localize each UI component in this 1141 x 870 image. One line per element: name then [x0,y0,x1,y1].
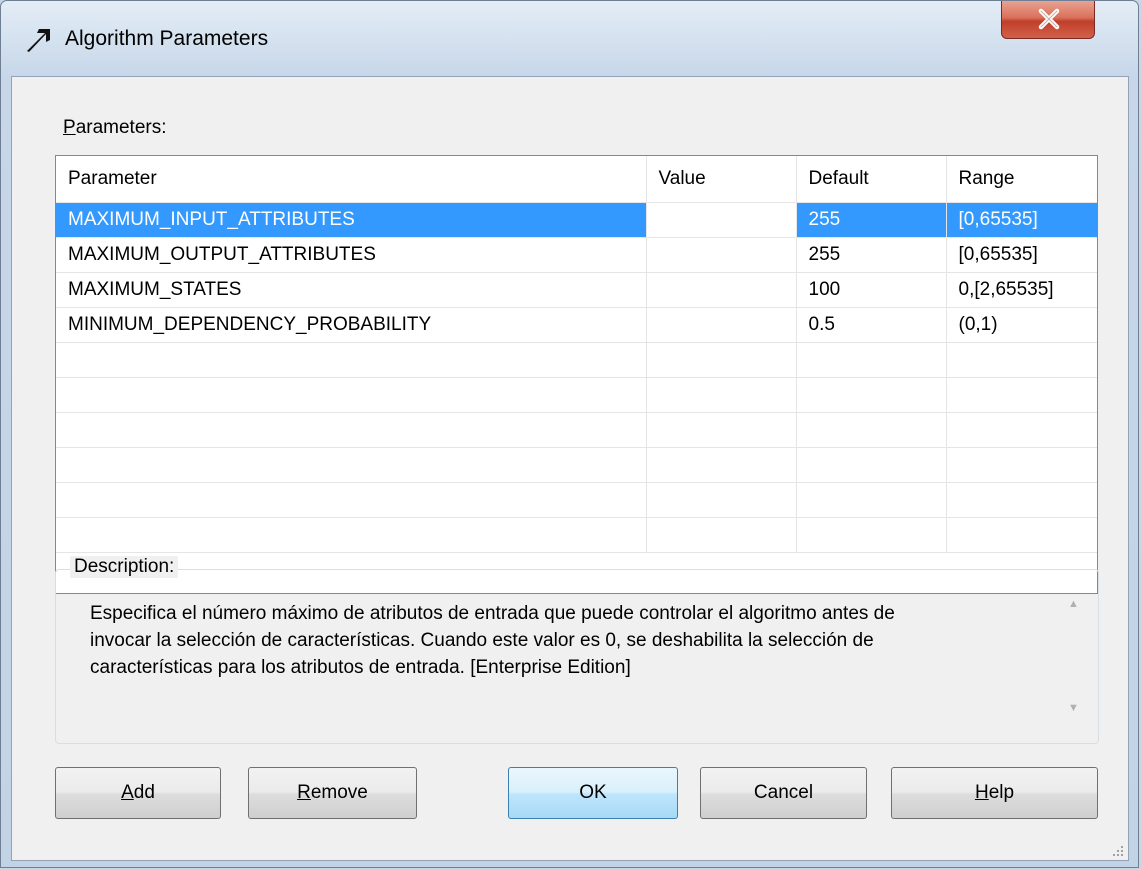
value-cell[interactable] [646,237,797,273]
default-cell[interactable]: 100 [796,272,947,308]
default-cell[interactable]: 255 [796,237,947,273]
close-icon [1038,8,1060,30]
grid-header-row: Parameter Value Default Range [56,156,1097,203]
parameter-cell[interactable]: MAXIMUM_STATES [56,272,647,308]
range-cell[interactable]: 0,[2,65535] [946,272,1097,308]
table-row[interactable]: MAXIMUM_STATES 100 0,[2,65535] [56,272,1097,308]
range-cell[interactable]: (0,1) [946,307,1097,343]
cancel-button[interactable]: Cancel [700,767,867,819]
arrow-icon [23,24,55,56]
description-text: Especifica el número máximo de atributos… [90,600,1030,681]
table-row[interactable]: MAXIMUM_INPUT_ATTRIBUTES 255 [0,65535] [56,202,1097,238]
remove-button[interactable]: Remove [248,767,417,819]
help-button[interactable]: Help [891,767,1098,819]
empty-row [56,517,1097,553]
empty-row [56,342,1097,378]
dialog-window: Algorithm Parameters Parameters: Paramet… [0,0,1139,868]
scroll-down-icon[interactable]: ▼ [1068,702,1079,714]
default-cell[interactable]: 255 [796,202,947,238]
dialog-client-area: Parameters: Parameter Value Default Rang… [11,76,1129,861]
empty-row [56,377,1097,413]
column-header-parameter[interactable]: Parameter [56,156,647,203]
parameter-cell[interactable]: MINIMUM_DEPENDENCY_PROBABILITY [56,307,647,343]
ok-button[interactable]: OK [508,767,678,819]
empty-row [56,447,1097,483]
description-scrollbar[interactable]: ▲ ▼ [1062,594,1086,720]
description-line: Especifica el número máximo de atributos… [90,603,895,624]
description-line: invocar la selección de características.… [90,630,874,651]
description-group: Description: Especifica el número máximo… [55,556,1099,744]
table-row[interactable]: MINIMUM_DEPENDENCY_PROBABILITY 0.5 (0,1) [56,307,1097,343]
parameters-label: Parameters: [63,117,167,138]
value-cell[interactable] [646,307,797,343]
column-header-range[interactable]: Range [946,156,1097,203]
add-button[interactable]: Add [55,767,221,819]
parameter-cell[interactable]: MAXIMUM_INPUT_ATTRIBUTES [56,202,647,238]
range-cell[interactable]: [0,65535] [946,202,1097,238]
column-header-value[interactable]: Value [646,156,797,203]
description-legend: Description: [70,556,179,578]
empty-row [56,412,1097,448]
title-bar[interactable]: Algorithm Parameters [1,1,1138,81]
window-title: Algorithm Parameters [65,27,269,50]
description-line: características para los atributos de en… [90,657,631,678]
default-cell[interactable]: 0.5 [796,307,947,343]
value-cell[interactable] [646,202,797,238]
column-header-default[interactable]: Default [796,156,947,203]
resize-grip-icon[interactable] [1112,844,1124,856]
range-cell[interactable]: [0,65535] [946,237,1097,273]
parameters-grid[interactable]: Parameter Value Default Range MAXIMUM_IN… [55,155,1098,594]
table-row[interactable]: MAXIMUM_OUTPUT_ATTRIBUTES 255 [0,65535] [56,237,1097,273]
close-button[interactable] [1001,1,1095,39]
scroll-up-icon[interactable]: ▲ [1068,598,1079,610]
value-cell[interactable] [646,272,797,308]
parameter-cell[interactable]: MAXIMUM_OUTPUT_ATTRIBUTES [56,237,647,273]
empty-row [56,482,1097,518]
